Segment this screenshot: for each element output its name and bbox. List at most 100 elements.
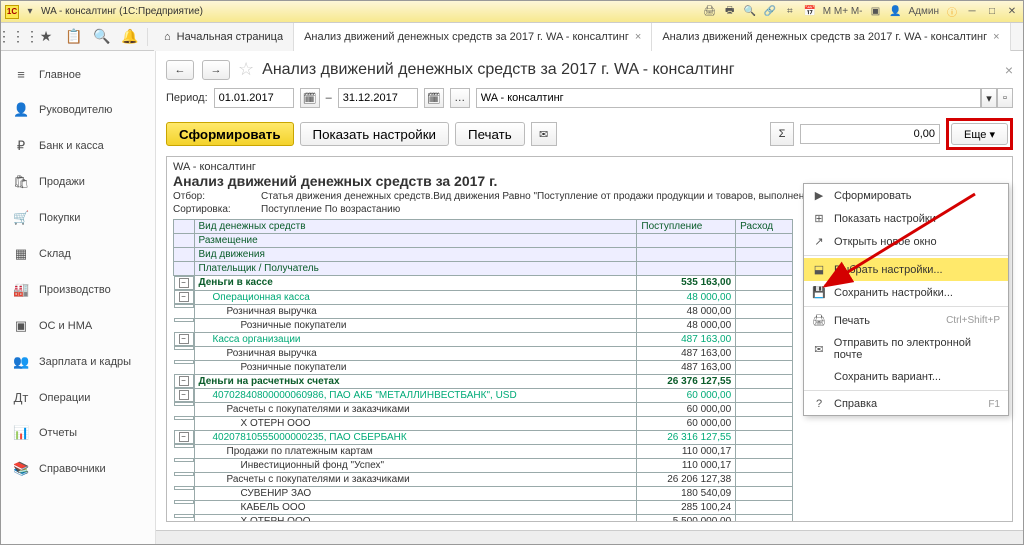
star-icon[interactable]: ★: [35, 26, 57, 48]
row-label: X ОТЕРН ООО: [194, 416, 637, 430]
info-icon[interactable]: ⓘ: [945, 5, 959, 19]
sidebar-icon: ▣: [13, 318, 29, 334]
collapse-icon[interactable]: −: [179, 390, 189, 400]
print-button[interactable]: Печать: [455, 122, 525, 146]
show-settings-button[interactable]: Показать настройки: [300, 122, 449, 146]
row-value: 26 206 127,38: [637, 472, 736, 486]
sidebar-item[interactable]: 👤 Руководителю: [1, 92, 155, 128]
sidebar-icon: 👤: [13, 102, 29, 118]
calendar-to-icon[interactable]: 🗓: [424, 88, 444, 108]
date-to-input[interactable]: [338, 88, 418, 108]
org-dropdown-icon[interactable]: ▾: [981, 88, 997, 108]
sidebar-icon: 🛒: [13, 210, 29, 226]
menu-item[interactable]: ? Справка F1: [804, 393, 1008, 415]
sidebar-label: Справочники: [39, 463, 106, 475]
favorite-icon[interactable]: ☆: [238, 59, 254, 80]
sidebar-item[interactable]: 👥Зарплата и кадры: [1, 344, 155, 380]
menu-item[interactable]: ⬓ Выбрать настройки...: [804, 258, 1008, 281]
search-icon[interactable]: 🔍: [91, 26, 113, 48]
row-value: 487 163,00: [637, 332, 736, 346]
dropdown-icon[interactable]: ▾: [23, 5, 37, 19]
sidebar-item[interactable]: ▣ОС и НМА: [1, 308, 155, 344]
collapse-icon[interactable]: −: [179, 432, 189, 442]
sidebar-label: Руководителю: [39, 104, 112, 116]
row-label: X ОТЕРН ООО: [194, 514, 637, 522]
close-page-icon[interactable]: ×: [1005, 62, 1013, 78]
more-button[interactable]: Еще ▾: [951, 123, 1008, 145]
org-open-icon[interactable]: ▫: [997, 88, 1013, 108]
sidebar-item[interactable]: ДтОперации: [1, 380, 155, 415]
calendar-from-icon[interactable]: 🗓: [300, 88, 320, 108]
sidebar-item[interactable]: 🏭Производство: [1, 272, 155, 308]
search-icon[interactable]: 🔍: [743, 5, 757, 19]
sidebar-item[interactable]: 📚Справочники: [1, 451, 155, 487]
menu-icon: ⬓: [812, 263, 826, 276]
sidebar-item[interactable]: ≡Главное: [1, 57, 155, 92]
menu-icon: ↗: [812, 235, 826, 248]
sidebar-label: Зарплата и кадры: [39, 356, 131, 368]
close-icon[interactable]: ×: [635, 31, 641, 43]
row-value: 180 540,09: [637, 486, 736, 500]
menu-item[interactable]: 💾 Сохранить настройки...: [804, 281, 1008, 304]
apps-icon[interactable]: ⋮⋮⋮: [7, 26, 29, 48]
sidebar-icon: ≡: [13, 67, 29, 82]
sidebar-item[interactable]: 🛒Покупки: [1, 200, 155, 236]
menu-icon: ▶: [812, 189, 826, 202]
collapse-icon[interactable]: −: [179, 278, 189, 288]
menu-item[interactable]: 🖨 Печать Ctrl+Shift+P: [804, 309, 1008, 332]
collapse-icon[interactable]: −: [179, 376, 189, 386]
menu-item[interactable]: ✉ Отправить по электронной почте: [804, 332, 1008, 366]
sigma-icon[interactable]: Σ: [770, 122, 794, 146]
collapse-icon[interactable]: −: [179, 334, 189, 344]
tab-report-1[interactable]: Анализ движений денежных средств за 2017…: [294, 23, 652, 51]
forward-button[interactable]: →: [202, 60, 230, 80]
app-logo-icon: 1C: [5, 5, 19, 19]
home-icon: ⌂: [164, 31, 171, 43]
row-label: КАБЕЛЬ ООО: [194, 500, 637, 514]
sidebar-icon: ▦: [13, 246, 29, 262]
row-label: Деньги на расчетных счетах: [194, 374, 637, 388]
menu-item[interactable]: ▶ Сформировать: [804, 184, 1008, 207]
menu-item[interactable]: Сохранить вариант...: [804, 366, 1008, 388]
print-icon[interactable]: 🖨: [703, 5, 717, 19]
row-value: 487 163,00: [637, 360, 736, 374]
sidebar-item[interactable]: ▦Склад: [1, 236, 155, 272]
save-icon[interactable]: 🖶: [723, 5, 737, 19]
row-value: 110 000,17: [637, 458, 736, 472]
menu-item[interactable]: ↗ Открыть новое окно: [804, 230, 1008, 253]
calendar-icon[interactable]: 📅: [803, 5, 817, 19]
back-button[interactable]: ←: [166, 60, 194, 80]
sidebar-icon: 🛍: [13, 174, 29, 190]
minimize-icon[interactable]: ─: [965, 5, 979, 19]
menu-label: Отправить по электронной почте: [834, 337, 1000, 361]
menu-shortcut: F1: [988, 399, 1000, 410]
email-icon[interactable]: ✉: [531, 122, 557, 146]
tab-report-2[interactable]: Анализ движений денежных средств за 2017…: [652, 23, 1010, 51]
sidebar-item[interactable]: ₽Банк и касса: [1, 128, 155, 164]
sum-input[interactable]: [800, 124, 940, 144]
date-from-input[interactable]: [214, 88, 294, 108]
close-icon[interactable]: ×: [993, 31, 999, 43]
menu-item[interactable]: ⊞ Показать настройки: [804, 207, 1008, 230]
bell-icon[interactable]: 🔔: [119, 26, 141, 48]
user-name: Админ: [909, 6, 940, 17]
tab-home[interactable]: ⌂ Начальная страница: [154, 23, 294, 51]
sidebar-icon: 🏭: [13, 282, 29, 298]
row-label: 40702840800000060986, ПАО АКБ "МЕТАЛЛИНВ…: [194, 388, 637, 402]
form-button[interactable]: Сформировать: [166, 122, 294, 146]
row-value: 48 000,00: [637, 290, 736, 304]
link-icon[interactable]: 🔗: [763, 5, 777, 19]
sidebar-item[interactable]: 🛍Продажи: [1, 164, 155, 200]
maximize-icon[interactable]: □: [985, 5, 999, 19]
menu-label: Показать настройки: [834, 213, 936, 225]
windows-icon[interactable]: ▣: [869, 5, 883, 19]
clipboard-icon[interactable]: 📋: [63, 26, 85, 48]
sidebar-item[interactable]: 📊Отчеты: [1, 415, 155, 451]
organization-input[interactable]: [476, 88, 981, 108]
row-label: Касса организации: [194, 332, 637, 346]
sidebar-label: Отчеты: [39, 427, 77, 439]
calc-icon[interactable]: ⌗: [783, 5, 797, 19]
period-picker-button[interactable]: …: [450, 88, 470, 108]
close-window-icon[interactable]: ✕: [1005, 5, 1019, 19]
collapse-icon[interactable]: −: [179, 292, 189, 302]
